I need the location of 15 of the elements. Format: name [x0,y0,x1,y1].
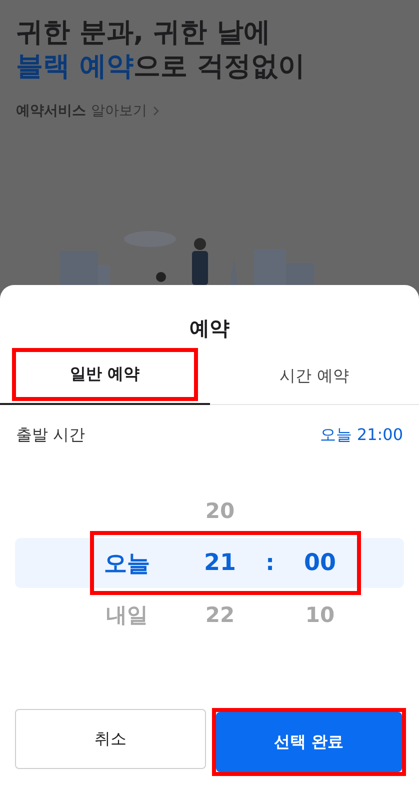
service-link[interactable]: 예약서비스 [16,102,86,120]
chevron-right-icon [152,105,160,117]
headline: 귀한 분과, 귀한 날에 [16,16,272,50]
picker-value[interactable]: 00 [290,550,350,576]
departure-value: 오늘 21:00 [320,425,403,446]
sheet-title: 예약 [188,315,230,342]
tab[interactable]: 시간 예약 [210,348,419,404]
cancel-button[interactable]: 취소 [15,709,206,769]
confirm-button[interactable]: 선택 완료 [216,712,402,772]
tab[interactable]: 일반 예약 [16,352,194,397]
departure-label: 출발 시간 [16,425,86,446]
picker-value[interactable]: 21 [190,550,250,576]
time-separator: : [264,550,276,576]
headline: 블랙 예약으로 걱정없이 [16,50,306,84]
picker-value[interactable]: 오늘 [94,548,160,578]
